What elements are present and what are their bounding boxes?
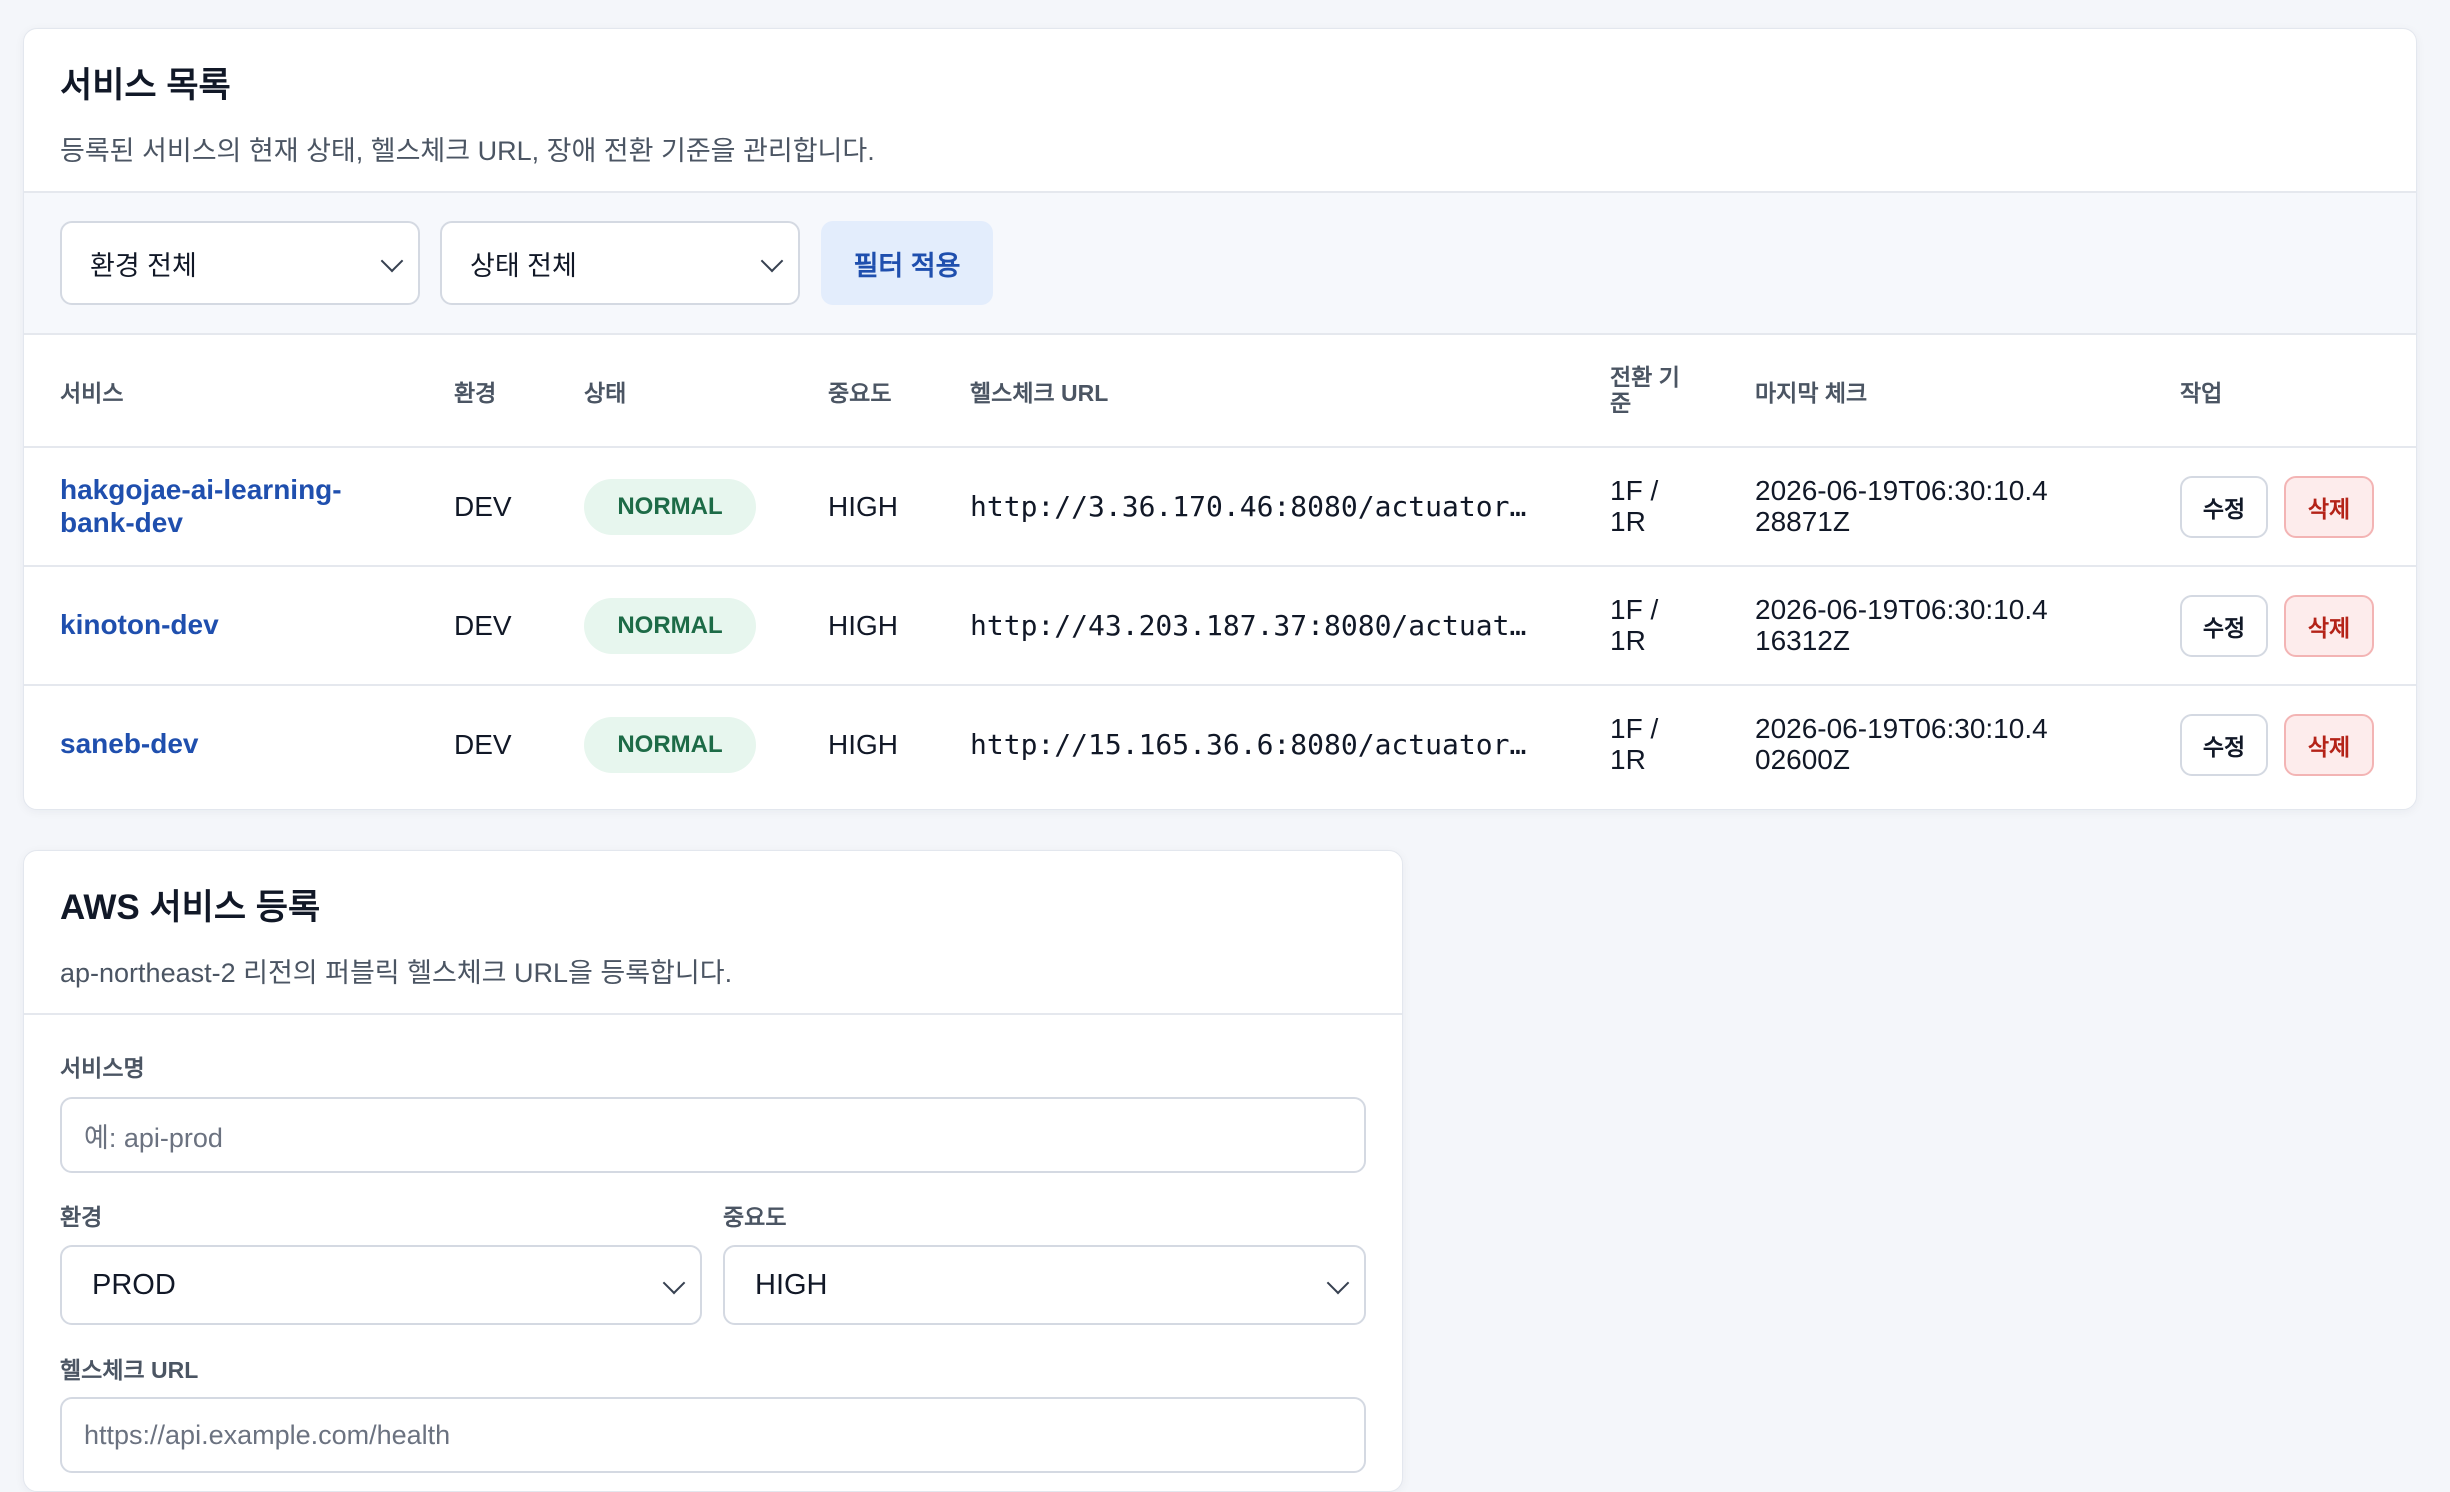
severity-cell: HIGH [828, 447, 970, 567]
service-name-label: 서비스명 [60, 1055, 145, 1081]
status-filter-value: 상태 전체 [470, 250, 577, 281]
col-service: 서비스 [24, 335, 454, 448]
service-name-link[interactable]: saneb-dev [60, 728, 454, 760]
env-filter-value: 환경 전체 [90, 250, 197, 281]
edit-button[interactable]: 수정 [2180, 475, 2268, 538]
severity-cell: HIGH [828, 728, 898, 760]
table-row: kinoton-dev DEV NORMAL HIGH http://43.20… [24, 566, 2416, 686]
env-cell: DEV [454, 728, 512, 760]
table-row: hakgojae-ai-learning-bank-dev DEV NORMAL… [24, 447, 2416, 567]
col-env: 환경 [454, 335, 584, 448]
severity-select-value: HIGH [755, 1268, 828, 1301]
threshold-cell: 1F / 1R [1610, 474, 1659, 537]
last-check-cell: 2026-06-19T06:30:10.402600Z [1755, 712, 2048, 775]
status-badge: NORMAL [584, 597, 756, 654]
healthcheck-url-input[interactable]: https://api.example.com/health [60, 1397, 1366, 1473]
status-badge: NORMAL [584, 478, 756, 535]
chevron-down-icon [1326, 1271, 1350, 1295]
col-status: 상태 [584, 335, 828, 448]
filter-bar: 환경 전체 상태 전체 필터 적용 [24, 193, 2416, 335]
threshold-cell: 1F / 1R [1610, 712, 1659, 775]
edit-button[interactable]: 수정 [2180, 713, 2268, 776]
status-badge: NORMAL [584, 716, 756, 773]
aws-register-title: AWS 서비스 등록 [60, 888, 321, 927]
service-name-placeholder: 예: api-prod [84, 1122, 223, 1153]
col-last-check: 마지막 체크 [1755, 335, 2180, 448]
delete-button[interactable]: 삭제 [2284, 475, 2374, 538]
service-name-link[interactable]: kinoton-dev [60, 609, 454, 641]
service-name-link[interactable]: hakgojae-ai-learning-bank-dev [60, 474, 360, 538]
table-header-row: 서비스 환경 상태 중요도 헬스체크 URL 전환 기 준 마지막 체크 작업 [24, 335, 2416, 448]
delete-button[interactable]: 삭제 [2284, 594, 2374, 657]
service-name-input[interactable]: 예: api-prod [60, 1097, 1366, 1173]
healthcheck-url-cell: http://15.165.36.6:8080/actuator/health [970, 728, 1530, 761]
threshold-cell: 1F / 1R [1610, 593, 1659, 656]
delete-button[interactable]: 삭제 [2284, 713, 2374, 776]
apply-filter-button[interactable]: 필터 적용 [821, 221, 993, 305]
env-filter-select[interactable]: 환경 전체 [60, 221, 420, 305]
status-filter-select[interactable]: 상태 전체 [440, 221, 800, 305]
severity-select[interactable]: HIGH [723, 1245, 1366, 1325]
severity-label: 중요도 [723, 1204, 787, 1230]
aws-register-card: AWS 서비스 등록 ap-northeast-2 리전의 퍼블릭 헬스체크 U… [23, 850, 1403, 1492]
col-healthcheck-url: 헬스체크 URL [970, 335, 1610, 448]
last-check-cell: 2026-06-19T06:30:10.416312Z [1755, 593, 2048, 656]
col-threshold: 전환 기 준 [1610, 335, 1755, 448]
env-cell: DEV [454, 566, 584, 686]
healthcheck-url-placeholder: https://api.example.com/health [84, 1419, 451, 1450]
env-select[interactable]: PROD [60, 1245, 702, 1325]
col-severity: 중요도 [828, 335, 970, 448]
env-select-value: PROD [92, 1268, 176, 1301]
service-list-card: 서비스 목록 등록된 서비스의 현재 상태, 헬스체크 URL, 장애 전환 기… [23, 28, 2417, 810]
chevron-down-icon [380, 249, 404, 273]
chevron-down-icon [662, 1271, 686, 1295]
service-list-header: 서비스 목록 등록된 서비스의 현재 상태, 헬스체크 URL, 장애 전환 기… [24, 29, 2416, 193]
chevron-down-icon [760, 249, 784, 273]
service-table: 서비스 환경 상태 중요도 헬스체크 URL 전환 기 준 마지막 체크 작업 … [24, 335, 2416, 803]
healthcheck-url-label: 헬스체크 URL [60, 1357, 199, 1383]
aws-register-header: AWS 서비스 등록 ap-northeast-2 리전의 퍼블릭 헬스체크 U… [24, 851, 1402, 1015]
severity-cell: HIGH [828, 566, 970, 686]
table-row: saneb-dev DEV NORMAL HIGH http://15.165.… [24, 685, 2416, 803]
healthcheck-url-cell: http://3.36.170.46:8080/actuator/health [970, 490, 1530, 523]
col-actions: 작업 [2180, 335, 2416, 448]
aws-register-subtitle: ap-northeast-2 리전의 퍼블릭 헬스체크 URL을 등록합니다. [60, 958, 733, 988]
edit-button[interactable]: 수정 [2180, 594, 2268, 657]
last-check-cell: 2026-06-19T06:30:10.428871Z [1755, 474, 2048, 537]
env-label: 환경 [60, 1204, 103, 1230]
service-list-subtitle: 등록된 서비스의 현재 상태, 헬스체크 URL, 장애 전환 기준을 관리합니… [60, 136, 875, 166]
healthcheck-url-cell: http://43.203.187.37:8080/actuator/healt… [970, 609, 1530, 642]
env-cell: DEV [454, 447, 584, 567]
service-list-title: 서비스 목록 [60, 66, 231, 105]
